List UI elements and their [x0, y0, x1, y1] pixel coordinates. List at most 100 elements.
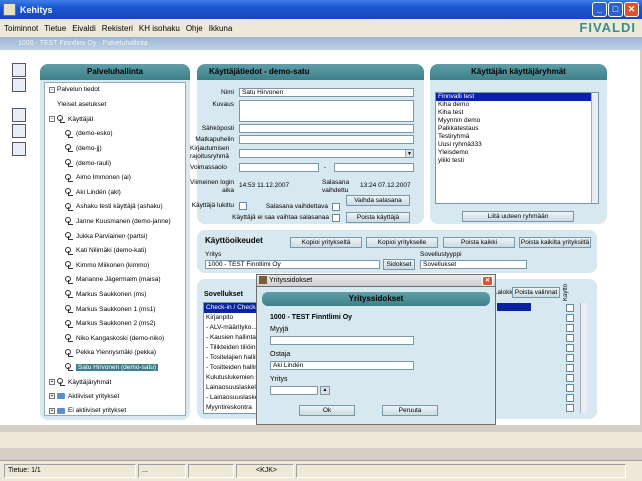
close-button[interactable]: ✕ [624, 2, 639, 17]
menu-item[interactable]: Ikkuna [209, 24, 233, 33]
tree-item[interactable]: Marianne Jägermalm (maisa) [65, 275, 161, 284]
application-list-item[interactable]: - Tilikteiden tiliöinnit [204, 343, 264, 353]
user-key-icon[interactable] [12, 124, 26, 138]
exit-icon[interactable] [12, 78, 26, 92]
description-field[interactable] [239, 100, 414, 122]
phone-field[interactable] [239, 135, 414, 144]
tree-item[interactable]: Yleiset asetukset [57, 101, 106, 108]
tree-item[interactable]: Jukka Parviainen (partsi) [65, 232, 148, 240]
application-list-item[interactable]: Lainaosuuslaskelma [204, 383, 265, 393]
usage-checkbox[interactable] [566, 334, 574, 342]
usage-checkbox[interactable] [566, 344, 574, 352]
valid-to-field[interactable] [334, 163, 414, 172]
expand-icon[interactable]: + [49, 407, 55, 414]
remove-all-button[interactable]: Poista kaikki [443, 237, 515, 248]
tree-item[interactable]: Markus Saukkonen 2 (ms2) [65, 319, 155, 328]
remove-selections-button[interactable]: Poista valinnat [512, 287, 560, 298]
company-lookup-button[interactable]: ▲ [320, 386, 330, 395]
usage-checkbox[interactable] [566, 404, 574, 412]
groups-scrollbar[interactable] [591, 93, 598, 203]
tree-item[interactable]: Kati Nilimäki (demo-kati) [65, 246, 146, 255]
change-password-button[interactable]: Vaihda salasana [346, 195, 410, 206]
tree-item[interactable]: − Käyttäjät [49, 115, 93, 124]
apps-scrollbar[interactable] [580, 303, 587, 413]
application-list-item[interactable]: - Lainaosuuslaskelma [204, 393, 269, 403]
tree-item[interactable]: Aki Lindén (akl) [65, 188, 121, 197]
application-list-item[interactable]: Kirjanpito [204, 313, 264, 323]
collapse-icon[interactable]: − [49, 116, 55, 123]
seller-select[interactable] [270, 336, 414, 345]
collapse-icon[interactable]: − [49, 86, 55, 93]
application-list-item[interactable]: - Tositelajien hallinta [204, 353, 264, 363]
tree-item[interactable]: + Käyttäjäryhmät [49, 378, 111, 386]
usage-checkbox[interactable] [566, 304, 574, 312]
app-type-select[interactable]: Sovellukset [420, 260, 527, 269]
application-list-item[interactable]: - Kausien hallinta [204, 333, 264, 343]
group-list-item[interactable]: Palkkatestaus [436, 125, 598, 133]
usage-checkbox[interactable] [566, 354, 574, 362]
application-list-item[interactable]: Kulutuslukemien syöttö [204, 373, 273, 383]
save-icon[interactable] [12, 63, 26, 77]
sidokset-button[interactable]: Sidokset [383, 259, 415, 270]
menu-item[interactable]: Ohje [186, 24, 203, 33]
usage-checkbox[interactable] [566, 324, 574, 332]
application-list-item[interactable]: Myyntireskontra [204, 403, 264, 413]
menu-item[interactable]: KH isohaku [139, 24, 180, 33]
remove-all-companies-button[interactable]: Poista kaikilta yrityksiltä [519, 237, 591, 248]
minimize-button[interactable]: _ [592, 2, 607, 17]
add-user-icon[interactable] [12, 108, 26, 122]
tree-item[interactable]: + Aktiiviset yritykset [49, 393, 119, 400]
user-groups-list[interactable]: Finnvalli test Kiha demo Kiha test Myynnin … [435, 92, 599, 204]
menu-item[interactable]: Rekisteri [102, 24, 133, 33]
group-list-item[interactable]: Testiryhmä [436, 133, 598, 141]
group-list-item[interactable]: Uusi ryhmä333 [436, 141, 598, 149]
usage-checkbox[interactable] [566, 364, 574, 372]
maximize-button[interactable]: □ [608, 2, 623, 17]
tree-item[interactable]: Satu Hirvonen (demo-satu) [65, 363, 159, 372]
copy-to-company-button[interactable]: Kopioi yritykselle [366, 237, 438, 248]
ok-button[interactable]: Ok [299, 405, 355, 416]
tree-item[interactable]: Markus Saukkonen (ms) [65, 290, 146, 299]
add-to-group-button[interactable]: Liitä uuteen ryhmään [462, 211, 574, 222]
application-list-item[interactable]: - ALV-määrityko... [204, 323, 264, 333]
tree-item[interactable]: Janne Kuusmanen (demo-janne) [65, 217, 171, 226]
menu-item[interactable]: Toiminnot [4, 24, 38, 33]
group-list-item[interactable]: yliiki testi [436, 157, 598, 165]
group-list-item[interactable]: Yleisdemo [436, 149, 598, 157]
usage-checkbox[interactable] [566, 314, 574, 322]
copy-from-company-button[interactable]: Kopioi yritykseltä [290, 237, 362, 248]
tree-item[interactable]: Aimo Immonen (ai) [65, 173, 131, 182]
dialog-close-button[interactable]: ✕ [482, 276, 493, 286]
tree-item[interactable]: Pekka Ylennysmäki (pekka) [65, 348, 156, 357]
group-list-item[interactable]: Kiha test [436, 109, 598, 117]
company-select[interactable]: 1000 - TEST Finntlimi Oy [205, 260, 380, 269]
usage-checkbox[interactable] [566, 394, 574, 402]
cannot-change-password-checkbox[interactable] [332, 214, 340, 222]
tree-item[interactable]: (demo-jj) [65, 144, 102, 153]
group-list-item[interactable]: Myynnin demo [436, 117, 598, 125]
group-list-item[interactable]: Kiha demo [436, 101, 598, 109]
tree-item[interactable]: Niko Kangaskoski (demo-niko) [65, 334, 164, 343]
user-locked-checkbox[interactable] [239, 202, 247, 210]
usage-checkbox[interactable] [566, 384, 574, 392]
application-list-item[interactable]: - Tositteiden hallinta [204, 363, 264, 373]
expand-icon[interactable]: + [49, 379, 55, 385]
menu-item[interactable]: Eivaldi [72, 24, 96, 33]
usage-checkbox[interactable] [566, 374, 574, 382]
menu-item[interactable]: Tietue [44, 24, 66, 33]
application-list-item[interactable]: Check-in / Check-out [204, 303, 267, 313]
tree-item[interactable]: (demo-esko) [65, 129, 112, 138]
restrict-group-select[interactable]: ▼ [239, 149, 414, 158]
delete-user-button[interactable]: Poista käyttäjä [346, 212, 410, 223]
tree-item[interactable]: Ashaku testi käyttäjä (ashaku) [65, 202, 163, 211]
expand-icon[interactable]: + [49, 393, 55, 400]
tree-item[interactable]: + Ei aktiiviset yritykset [49, 407, 126, 414]
tree-item[interactable]: Kimmo Miikonen (kimmo) [65, 261, 149, 270]
valid-from-field[interactable] [239, 163, 319, 172]
email-field[interactable] [239, 124, 414, 133]
group-list-item[interactable]: Finnvalli test [436, 93, 598, 101]
cancel-button[interactable]: Peruuta [382, 405, 438, 416]
name-field[interactable]: Satu Hirvonen [239, 88, 414, 97]
tree-item[interactable]: (demo-rauli) [65, 159, 111, 167]
dialog-company-field[interactable] [270, 386, 318, 395]
